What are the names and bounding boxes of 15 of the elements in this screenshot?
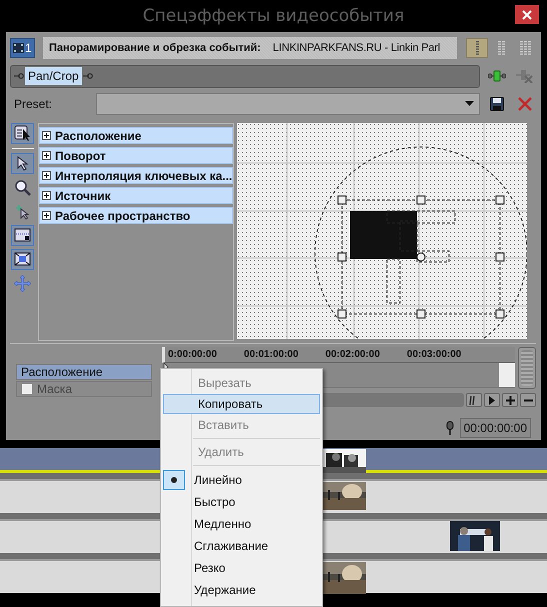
ruler-time-label: 00:02:00:00: [325, 349, 380, 360]
window-title: Спецэффекты видеособытия: [142, 6, 404, 26]
property-label: Рабочее пространство: [55, 208, 190, 222]
property-label: Источник: [55, 188, 111, 202]
ruler-time-label: 00:01:00:00: [244, 349, 298, 360]
ruler-time-label: 0:00:00:00: [168, 349, 217, 360]
ruler-time-label: 00:03:00:00: [406, 349, 462, 360]
property-label: Расположение: [55, 128, 142, 142]
checkbox-label: Маска: [37, 382, 72, 396]
event-name: LINKINPARKFANS.RU - Linkin Parl: [272, 42, 440, 54]
property-label: Поворот: [55, 148, 106, 162]
track-number: 1: [24, 41, 32, 55]
property-label: Интерполяция ключевых ка...: [55, 168, 232, 182]
header-label: Панорамирование и обрезка событий:: [49, 42, 261, 54]
preset-label: Preset:: [13, 96, 54, 110]
